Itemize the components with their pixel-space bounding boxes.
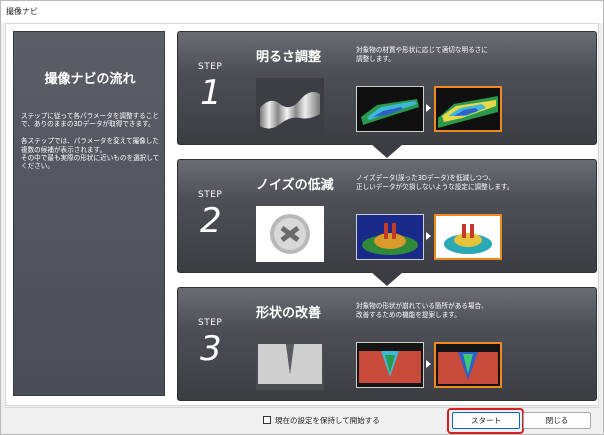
arrow-right-icon — [426, 360, 431, 368]
step-1-number: 1 — [200, 73, 222, 113]
flow-arrow-1 — [371, 144, 403, 158]
start-button[interactable]: スタート — [452, 412, 520, 429]
step-2-label: STEP — [198, 190, 223, 200]
flow-arrow-2 — [371, 272, 403, 286]
arrow-right-icon — [426, 104, 431, 112]
step-1-after-image — [434, 86, 502, 132]
step-1-description: 対象物の材質や形状に応じて適切な明るさに 調整します。 — [356, 46, 488, 63]
step-1-title: 明るさ調整 — [256, 50, 322, 65]
step-3-after-image — [434, 342, 502, 388]
dialog-window: 撮像ナビ 撮像ナビの流れ ステップに従って各パラメータを調整することで、ありのま… — [0, 0, 604, 435]
step-2-description: ノイズデータ(誤った3Dデータ)を低減しつつ、 正しいデータが欠損しないような設… — [356, 174, 514, 191]
step-3-before-image — [356, 342, 424, 388]
step-2-after-image — [434, 214, 502, 260]
arrow-right-icon — [426, 232, 431, 240]
flow-heading: 撮像ナビの流れ — [44, 72, 136, 87]
step-2-number: 2 — [200, 201, 222, 241]
step-2-sample-image — [256, 206, 324, 262]
step-1-label: STEP — [198, 62, 223, 72]
step-3-title: 形状の改善 — [256, 306, 322, 321]
step-3-sample-image — [256, 334, 324, 390]
step-1-sample-image — [256, 78, 324, 134]
title-bar: 撮像ナビ — [1, 1, 603, 23]
step-3-number: 3 — [200, 329, 222, 369]
window-title: 撮像ナビ — [6, 7, 38, 16]
step-1-before-image — [356, 86, 424, 132]
flow-description-panel: 撮像ナビの流れ ステップに従って各パラメータを調整することで、ありのままの3Dデ… — [13, 31, 165, 396]
keep-settings-checkbox[interactable] — [263, 416, 271, 424]
step-1-card: STEP 1 明るさ調整 対象物の材質や形状に応じて適切な明るさに 調整します。 — [177, 31, 597, 145]
step-3-description: 対象物の形状が崩れている箇所がある場合、 改善するための機能を提案します。 — [356, 302, 488, 319]
step-3-card: STEP 3 形状の改善 対象物の形状が崩れている箇所がある場合、 改善するため… — [177, 287, 597, 401]
step-2-card: STEP 2 ノイズの低減 ノイズデータ(誤った3Dデータ)を低減しつつ、 正し… — [177, 159, 597, 273]
close-button[interactable]: 閉じる — [523, 412, 591, 429]
flow-body-text: ステップに従って各パラメータを調整することで、ありのままの3Dデータが取得できま… — [21, 112, 160, 171]
step-2-before-image — [356, 214, 424, 260]
keep-settings-label[interactable]: 現在の設定を保持して開始する — [275, 415, 380, 426]
step-2-title: ノイズの低減 — [256, 178, 334, 193]
step-3-label: STEP — [198, 318, 223, 328]
